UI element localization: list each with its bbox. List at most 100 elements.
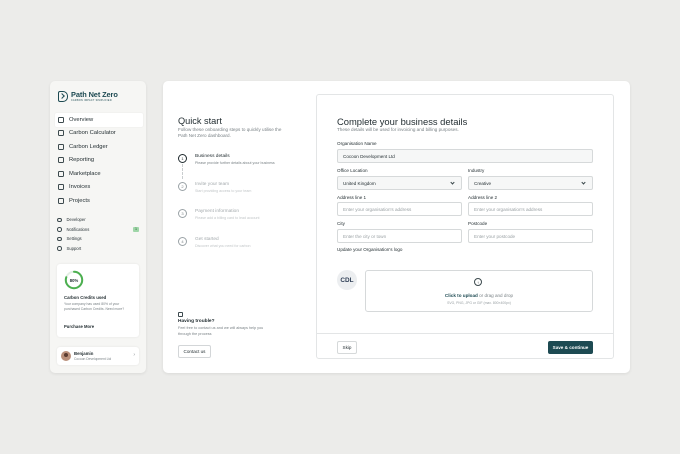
sidebar-item-label: Reporting	[69, 157, 95, 164]
step-number: 1	[178, 154, 187, 163]
sidebar-item-label: Support	[66, 246, 82, 252]
upload-hint: SVG, PNG, JPG or GIF (max. 800×400px)	[447, 301, 511, 305]
city-label: City	[337, 221, 345, 226]
office-location-select[interactable]: United Kingdom	[337, 176, 462, 190]
home-icon	[58, 116, 64, 123]
sidebar-item-label: Carbon Ledger	[69, 143, 108, 150]
credits-description: Your company has used 80% of your purcha…	[64, 302, 125, 311]
step-get-started[interactable]: 4 Get started Discover what you need for…	[178, 236, 275, 265]
brand-name: Path Net Zero	[71, 90, 118, 99]
credits-percent: 80%	[69, 277, 79, 283]
logo-icon	[58, 91, 68, 102]
sidebar-item-overview[interactable]: Overview	[55, 113, 143, 127]
chevron-down-icon	[581, 180, 586, 185]
sidebar-item-support[interactable]: Support	[57, 244, 139, 254]
industry-select[interactable]: Creative	[468, 176, 593, 190]
address2-input[interactable]	[468, 202, 593, 216]
calculator-icon	[58, 130, 64, 137]
step-description: Discover what you need for carbon	[195, 243, 251, 248]
office-location-value: United Kingdom	[343, 180, 376, 186]
chart-icon	[58, 157, 64, 164]
support-icon	[57, 246, 62, 251]
sidebar-item-notifications[interactable]: Notifications 1	[57, 225, 139, 235]
sidebar-item-label: Carbon Calculator	[69, 130, 116, 137]
sidebar: Path Net Zero CARBON IMPACT SIMPLIFIED O…	[50, 81, 146, 373]
help-title: Having trouble?	[178, 319, 215, 324]
step-title: Business details	[195, 154, 230, 159]
purchase-more-link[interactable]: Purchase More	[64, 324, 94, 329]
step-payment-information[interactable]: 3 Payment information Please add a billi…	[178, 209, 275, 237]
logo-preview: CDL	[337, 270, 357, 290]
sidebar-item-label: Notifications	[66, 226, 90, 232]
user-org: Cocoon Development Ltd	[74, 357, 112, 361]
main-nav: Overview Carbon Calculator Carbon Ledger…	[55, 113, 143, 208]
sidebar-item-label: Settings	[66, 236, 82, 242]
sidebar-item-marketplace[interactable]: Marketplace	[55, 167, 143, 181]
save-continue-button[interactable]: Save & continue	[548, 341, 593, 354]
invoice-icon	[58, 184, 64, 191]
sidebar-item-label: Projects	[69, 197, 90, 204]
step-description: Please add a billing card to lead accoun…	[195, 216, 260, 220]
user-name: Benjamin	[74, 351, 94, 356]
step-number: 3	[178, 209, 187, 218]
sidebar-item-label: Developer	[66, 217, 86, 223]
store-icon	[58, 170, 64, 177]
help-description: Feel free to contact us and we will alwa…	[178, 326, 264, 336]
postcode-input[interactable]	[468, 229, 593, 243]
skip-button[interactable]: Skip	[337, 341, 357, 354]
address1-input[interactable]	[337, 202, 462, 216]
step-number: 2	[178, 181, 187, 191]
office-location-label: Office Location	[337, 168, 368, 173]
logo-upload-dropzone[interactable]: ↑ Click to upload or drag and drop SVG, …	[365, 270, 593, 312]
gear-icon	[57, 236, 62, 242]
step-invite-team[interactable]: 2 Invite your team Start providing acces…	[178, 181, 275, 210]
developer-icon	[57, 217, 62, 223]
avatar	[61, 351, 71, 361]
org-name-input[interactable]	[337, 149, 593, 163]
org-name-label: Organisation Name	[337, 141, 377, 146]
projects-icon	[58, 197, 64, 204]
help-icon	[178, 312, 183, 317]
industry-value: Creative	[474, 180, 492, 186]
sidebar-item-label: Overview	[69, 116, 94, 123]
chevron-icon[interactable]: ›	[133, 352, 135, 358]
step-title: Invite your team	[195, 181, 230, 187]
brand-logo[interactable]: Path Net Zero CARBON IMPACT SIMPLIFIED	[58, 91, 118, 102]
step-description: Start providing access to your team	[195, 188, 252, 193]
onboarding-steps: 1 Business details Please provide furthe…	[178, 154, 275, 264]
upload-cloud-icon: ↑	[474, 278, 482, 286]
contact-us-button[interactable]: Contact us	[178, 345, 211, 358]
step-title: Get started	[195, 236, 219, 242]
user-profile[interactable]: Benjamin Cocoon Development Ltd ›	[57, 347, 139, 365]
sidebar-item-invoices[interactable]: Invoices	[55, 181, 143, 195]
city-input[interactable]	[337, 229, 462, 243]
sidebar-item-settings[interactable]: Settings	[57, 234, 139, 244]
address1-label: Address line 1	[337, 195, 367, 200]
quick-start-description: Follow these onboarding steps to quickly…	[178, 127, 282, 139]
industry-label: Industry	[468, 168, 485, 173]
sidebar-item-label: Marketplace	[69, 170, 101, 177]
step-business-details[interactable]: 1 Business details Please provide furthe…	[178, 154, 275, 182]
sidebar-item-projects[interactable]: Projects	[55, 194, 143, 208]
onboarding-card: Quick start Follow these onboarding step…	[163, 81, 630, 373]
sidebar-item-reporting[interactable]: Reporting	[55, 154, 143, 168]
sidebar-item-carbon-calculator[interactable]: Carbon Calculator	[55, 127, 143, 141]
step-description: Please provide further details about you…	[195, 161, 275, 165]
sidebar-item-carbon-ledger[interactable]: Carbon Ledger	[55, 140, 143, 154]
ledger-icon	[58, 143, 64, 150]
bell-icon	[57, 227, 62, 232]
notification-badge: 1	[133, 226, 139, 233]
sidebar-item-developer[interactable]: Developer	[57, 215, 139, 225]
brand-tagline: CARBON IMPACT SIMPLIFIED	[71, 99, 112, 102]
quick-start-title: Quick start	[178, 116, 222, 126]
upload-text: or drag and drop	[477, 293, 514, 298]
step-connector	[182, 164, 183, 179]
form-footer-divider	[317, 333, 613, 334]
carbon-credits-card: 80% Carbon Credits used Your company has…	[57, 264, 139, 337]
click-to-upload-link[interactable]: Click to upload	[445, 293, 478, 298]
address2-label: Address line 2	[468, 195, 498, 200]
step-number: 4	[178, 236, 187, 246]
postcode-label: Postcode	[468, 221, 488, 226]
secondary-nav: Developer Notifications 1 Settings Suppo…	[57, 215, 139, 253]
step-title: Payment information	[195, 209, 239, 214]
